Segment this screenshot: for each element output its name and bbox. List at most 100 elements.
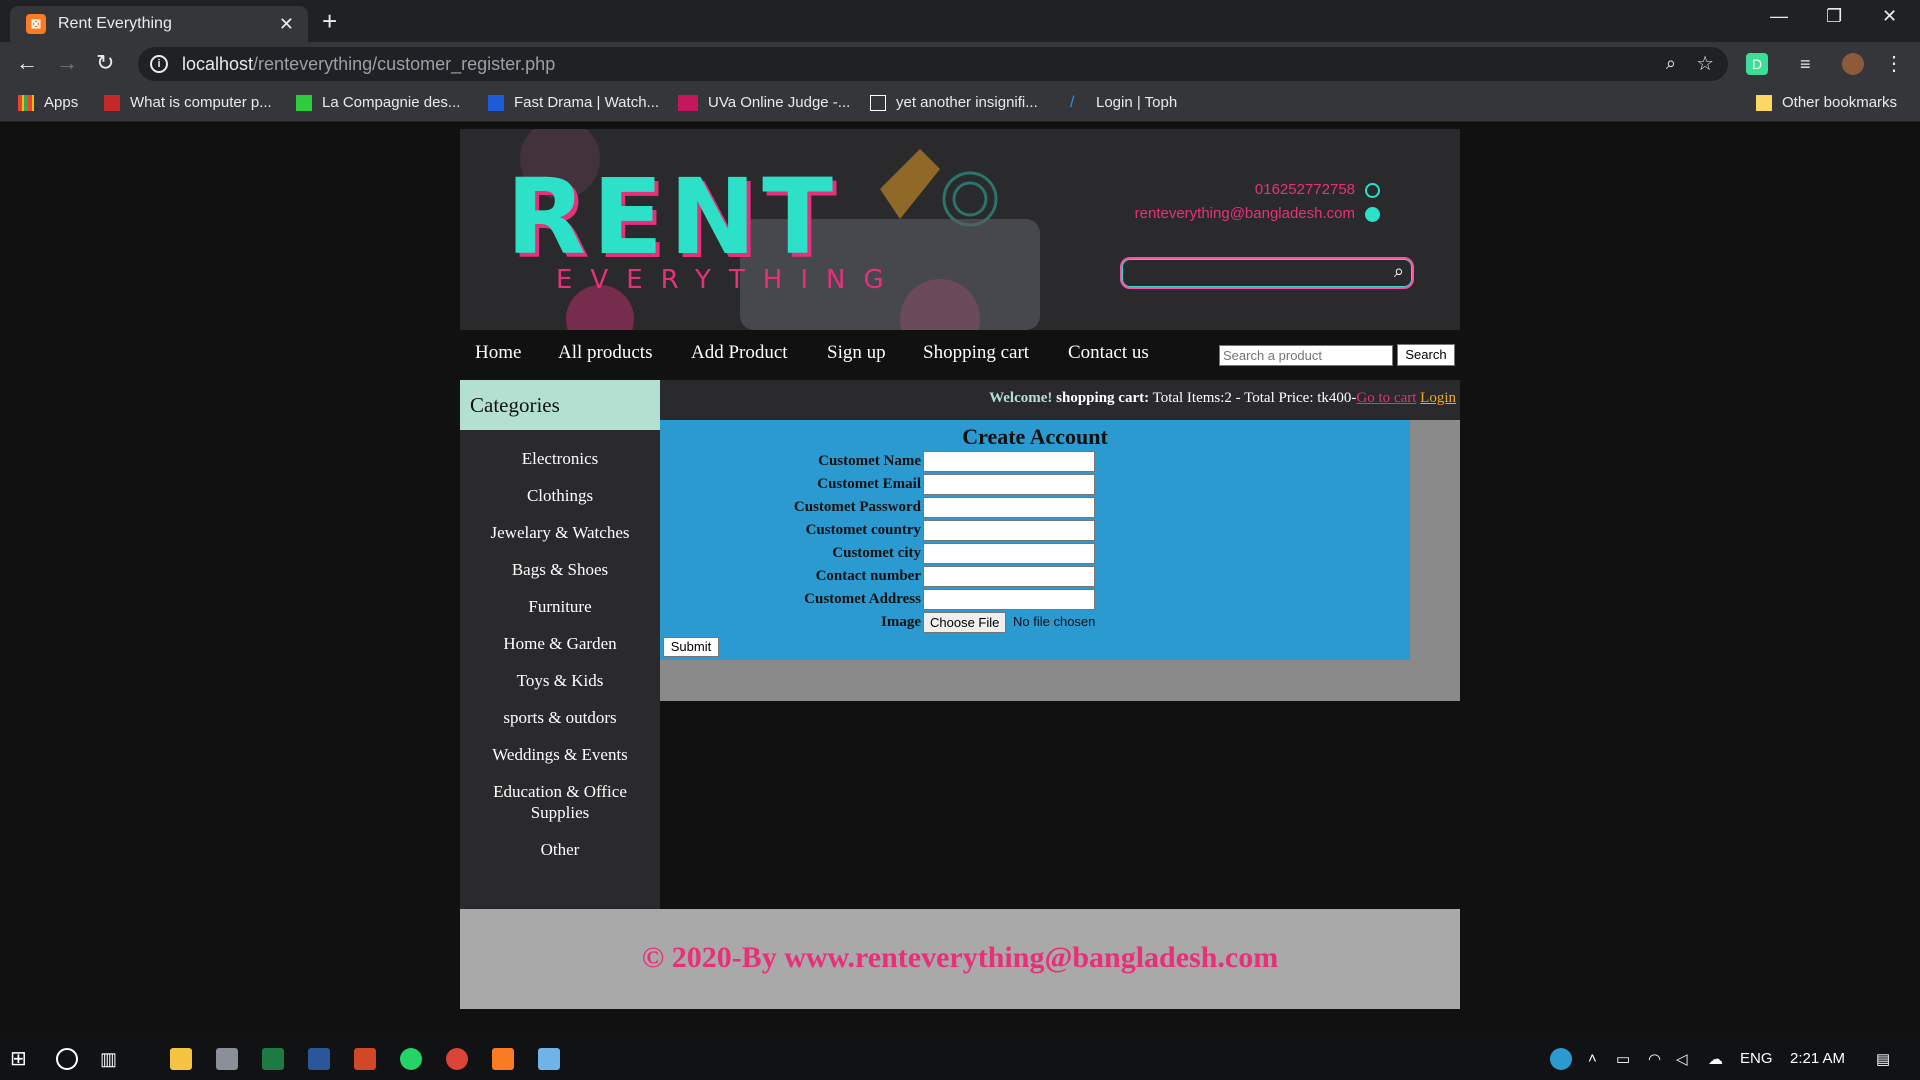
- whatsapp-app-icon[interactable]: [400, 1048, 422, 1070]
- category-item[interactable]: Bags & Shoes: [460, 559, 660, 580]
- search-circle-icon[interactable]: [56, 1048, 78, 1070]
- nav-all-products[interactable]: All products: [558, 342, 652, 364]
- category-item[interactable]: Home & Garden: [460, 633, 660, 654]
- battery-icon[interactable]: ▭: [1616, 1050, 1630, 1068]
- store-icon[interactable]: [216, 1048, 238, 1070]
- welcome-text: Welcome!: [989, 390, 1053, 406]
- field-label: Contact number: [815, 568, 921, 584]
- volume-icon[interactable]: ◁: [1676, 1050, 1688, 1068]
- bookmark-item[interactable]: Fast Drama | Watch...: [488, 94, 659, 111]
- go-to-cart-link[interactable]: Go to cart: [1356, 390, 1416, 406]
- new-tab-icon[interactable]: +: [322, 6, 337, 36]
- bookmark-item[interactable]: La Compagnie des...: [296, 94, 460, 111]
- customer-password-input[interactable]: [923, 497, 1095, 518]
- minimize-icon[interactable]: —: [1770, 6, 1788, 27]
- bookmark-item[interactable]: What is computer p...: [104, 94, 272, 111]
- browser-tab[interactable]: ⊠ Rent Everything ✕: [10, 6, 308, 42]
- forward-icon[interactable]: →: [56, 50, 78, 76]
- onedrive-icon[interactable]: ☁: [1708, 1050, 1723, 1068]
- submit-button[interactable]: Submit: [663, 637, 719, 657]
- windows-taskbar: ⊞ ▥ ˄ ▭ ◠ ◁ ☁ ENG 2:21 AM ▤: [0, 1038, 1920, 1080]
- category-item[interactable]: Furniture: [460, 596, 660, 617]
- field-label: Customet Address: [804, 591, 921, 607]
- register-form: Create Account Customet Name Customet Em…: [660, 420, 1410, 660]
- window-close-icon[interactable]: ✕: [1882, 6, 1897, 27]
- restore-icon[interactable]: ❐: [1826, 6, 1842, 27]
- app-icon[interactable]: [538, 1048, 560, 1070]
- nav-contact-us[interactable]: Contact us: [1068, 342, 1149, 364]
- category-item[interactable]: Electronics: [460, 448, 660, 469]
- customer-address-input[interactable]: [923, 589, 1095, 610]
- other-bookmarks[interactable]: Other bookmarks: [1756, 94, 1897, 111]
- profile-avatar[interactable]: [1842, 53, 1864, 75]
- category-item[interactable]: sports & outdors: [460, 707, 660, 728]
- bookmark-item[interactable]: UVa Online Judge -...: [678, 94, 850, 111]
- category-item[interactable]: Weddings & Events: [460, 744, 660, 765]
- excel-icon[interactable]: [262, 1048, 284, 1070]
- back-icon[interactable]: ←: [16, 50, 38, 76]
- customer-name-input[interactable]: [923, 451, 1095, 472]
- footer-text: © 2020-By www.renteverything@bangladesh.…: [641, 941, 1279, 974]
- close-tab-icon[interactable]: ✕: [279, 14, 294, 35]
- logo-main-text[interactable]: RENT: [506, 165, 839, 269]
- nav-shopping-cart[interactable]: Shopping cart: [923, 342, 1029, 364]
- powerpoint-icon[interactable]: [354, 1048, 376, 1070]
- url-text[interactable]: localhost/renteverything/customer_regist…: [182, 54, 555, 75]
- bookmark-star-icon[interactable]: ☆: [1696, 51, 1714, 76]
- search-icon[interactable]: ⌕: [1394, 261, 1404, 282]
- categories-title: Categories: [460, 380, 660, 430]
- choose-file-button[interactable]: Choose File: [923, 612, 1007, 633]
- address-bar[interactable]: i localhost/renteverything/customer_regi…: [138, 47, 1728, 81]
- logo-sub-text: EVERYTHING: [556, 265, 902, 295]
- category-item[interactable]: Toys & Kids: [460, 670, 660, 691]
- form-row: Customet Email: [660, 474, 1410, 496]
- extension-d-icon[interactable]: D: [1746, 53, 1768, 75]
- cart-label: shopping cart:: [1056, 390, 1150, 406]
- tray-chevron-icon[interactable]: ˄: [1588, 1050, 1597, 1067]
- reload-icon[interactable]: ↻: [96, 50, 114, 76]
- xampp-icon[interactable]: [492, 1048, 514, 1070]
- product-search-input[interactable]: Search a product: [1219, 345, 1393, 366]
- cart-summary: Total Items:2 - Total Price: tk400-: [1152, 390, 1357, 406]
- form-title: Create Account: [962, 424, 1108, 449]
- nav-add-product[interactable]: Add Product: [691, 342, 788, 364]
- customer-email-input[interactable]: [923, 474, 1095, 495]
- wifi-icon[interactable]: ◠: [1648, 1050, 1661, 1068]
- language-indicator[interactable]: ENG: [1740, 1050, 1773, 1067]
- site-info-icon[interactable]: i: [150, 55, 168, 73]
- bookmark-favicon-icon: [104, 94, 120, 111]
- file-explorer-icon[interactable]: [170, 1048, 192, 1070]
- contact-number-input[interactable]: [923, 566, 1095, 587]
- login-link[interactable]: Login: [1420, 390, 1456, 406]
- header-search-box[interactable]: ⌕: [1120, 257, 1414, 289]
- bookmark-item[interactable]: Apps: [18, 94, 78, 111]
- search-button[interactable]: Search: [1397, 344, 1455, 366]
- media-control-icon[interactable]: ≡: [1800, 53, 1822, 75]
- no-file-text: No file chosen: [1013, 614, 1096, 629]
- bookmark-item[interactable]: yet another insignifi...: [870, 94, 1038, 111]
- chrome-icon[interactable]: [446, 1048, 468, 1070]
- field-label: Customet Email: [817, 476, 921, 492]
- customer-country-input[interactable]: [923, 520, 1095, 541]
- help-icon[interactable]: [1550, 1048, 1572, 1070]
- nav-sign-up[interactable]: Sign up: [827, 342, 886, 364]
- category-item[interactable]: Clothings: [460, 485, 660, 506]
- menu-icon[interactable]: ⋮: [1884, 53, 1906, 75]
- notifications-icon[interactable]: ▤: [1876, 1050, 1890, 1068]
- category-item[interactable]: Other: [460, 839, 660, 860]
- category-item[interactable]: Jewelary & Watches: [460, 522, 660, 543]
- bookmark-item[interactable]: / Login | Toph: [1070, 94, 1177, 111]
- windows-start-icon[interactable]: ⊞: [10, 1048, 32, 1070]
- browser-toolbar: ← → ↻ i localhost/renteverything/custome…: [0, 42, 1920, 86]
- category-item[interactable]: Education & Office Supplies: [460, 781, 660, 823]
- tab-title: Rent Everything: [58, 15, 172, 32]
- task-view-icon[interactable]: ▥: [100, 1048, 122, 1070]
- form-row: Image Choose File No file chosen: [660, 612, 1410, 634]
- welcome-bar: Welcome! shopping cart: Total Items:2 - …: [660, 380, 1460, 420]
- clock[interactable]: 2:21 AM: [1790, 1050, 1845, 1067]
- customer-city-input[interactable]: [923, 543, 1095, 564]
- categories-sidebar: Categories Electronics Clothings Jewelar…: [460, 380, 660, 909]
- nav-home[interactable]: Home: [475, 342, 521, 364]
- zoom-icon[interactable]: ⌕: [1666, 53, 1676, 74]
- word-icon[interactable]: [308, 1048, 330, 1070]
